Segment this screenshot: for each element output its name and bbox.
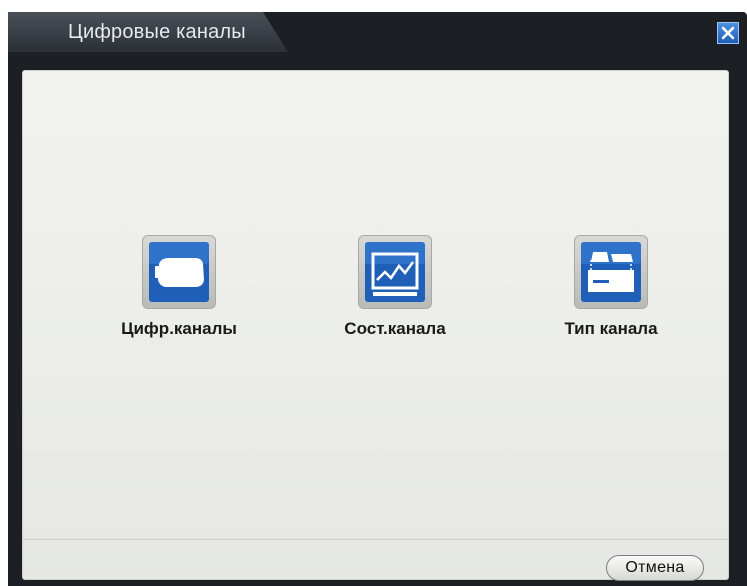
channel-type-tile[interactable]: Тип канала: [531, 235, 691, 339]
channel-status-tile[interactable]: Сост.канала: [315, 235, 475, 339]
close-icon: [721, 26, 735, 40]
digital-channels-tile[interactable]: Цифр.каналы: [99, 235, 259, 339]
window-title: Цифровые каналы: [68, 21, 246, 43]
channel-type-icon: [574, 235, 648, 309]
channel-status-label: Сост.канала: [344, 319, 446, 338]
footer-divider: [23, 539, 728, 540]
channel-type-label: Тип канала: [564, 319, 658, 338]
digital-channels-window: Цифровые каналы Цифр.каналы Сост.канала …: [8, 12, 747, 586]
chart-icon: [358, 235, 432, 309]
cancel-button[interactable]: Отмена: [606, 555, 704, 581]
close-button[interactable]: [717, 22, 739, 44]
content-panel: Цифр.каналы Сост.канала Тип канала Отмен…: [22, 70, 729, 581]
camera-icon: [142, 235, 216, 309]
title-bar: Цифровые каналы: [8, 12, 747, 62]
digital-channels-label: Цифр.каналы: [121, 319, 237, 338]
